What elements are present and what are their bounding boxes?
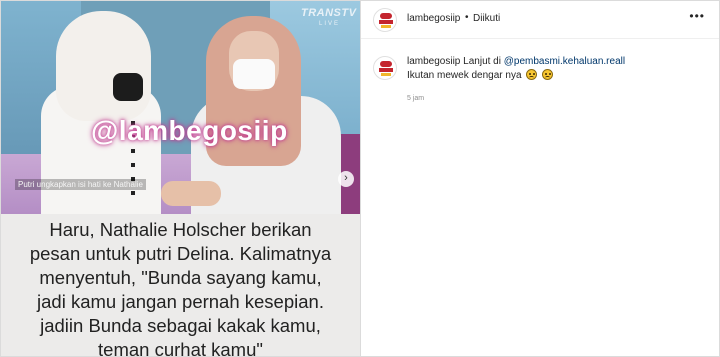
crying-face-icon	[542, 69, 554, 80]
holding-hands	[161, 181, 221, 206]
comment-text-2: Ikutan mewek dengar nya	[407, 70, 522, 81]
post-header: lambegosiip • Diikuti •••	[361, 1, 719, 39]
comment-text: Lanjut di	[463, 56, 501, 67]
channel-live-label: LIVE	[319, 21, 341, 27]
person-left-hijab	[56, 11, 151, 121]
follow-status-button[interactable]: Diikuti	[473, 13, 500, 24]
more-horizontal-icon[interactable]: •••	[689, 9, 705, 23]
comment-line-1: lambegosiip Lanjut di @pembasmi.kehaluan…	[407, 56, 625, 67]
caption-line: pesan untuk putri Delina. Kalimatnya	[29, 243, 332, 264]
mention-link[interactable]: @pembasmi.kehaluan.reall	[504, 56, 625, 67]
header-separator: •	[465, 12, 469, 23]
post-caption-image: Haru, Nathalie Holscher berikan pesan un…	[1, 214, 360, 356]
video-subtitle: Putri ungkapkan isi hati ke Nathalie	[15, 179, 146, 190]
comment-timestamp[interactable]: 5 jam	[407, 95, 424, 102]
header-username[interactable]: lambegosiip	[407, 13, 460, 24]
caption-line: Haru, Nathalie Holscher berikan	[49, 219, 312, 240]
caption-line: jadiin Bunda sebagai kakak kamu,	[40, 315, 321, 336]
caption-line: teman curhat kamu"	[98, 339, 263, 356]
black-mask	[113, 73, 143, 101]
avatar[interactable]	[373, 56, 397, 80]
avatar[interactable]	[373, 8, 397, 32]
crying-face-icon	[526, 69, 538, 80]
chevron-right-icon[interactable]: ›	[338, 171, 354, 187]
caption-comment: lambegosiip Lanjut di @pembasmi.kehaluan…	[361, 40, 719, 120]
channel-logo: TRANSTV	[301, 7, 357, 19]
comment-line-2: Ikutan mewek dengar nya	[407, 69, 554, 81]
caption-line: jadi kamu jangan pernah kesepian.	[37, 291, 324, 312]
video-frame[interactable]: TRANSTV LIVE @lambegosiip Putri ungkapka…	[1, 1, 360, 214]
comment-username[interactable]: lambegosiip	[407, 56, 460, 67]
caption-line: menyentuh, "Bunda sayang kamu,	[39, 267, 322, 288]
white-mask	[233, 59, 275, 89]
post-media[interactable]: TRANSTV LIVE @lambegosiip Putri ungkapka…	[1, 1, 360, 356]
watermark: @lambegosiip	[91, 115, 288, 146]
